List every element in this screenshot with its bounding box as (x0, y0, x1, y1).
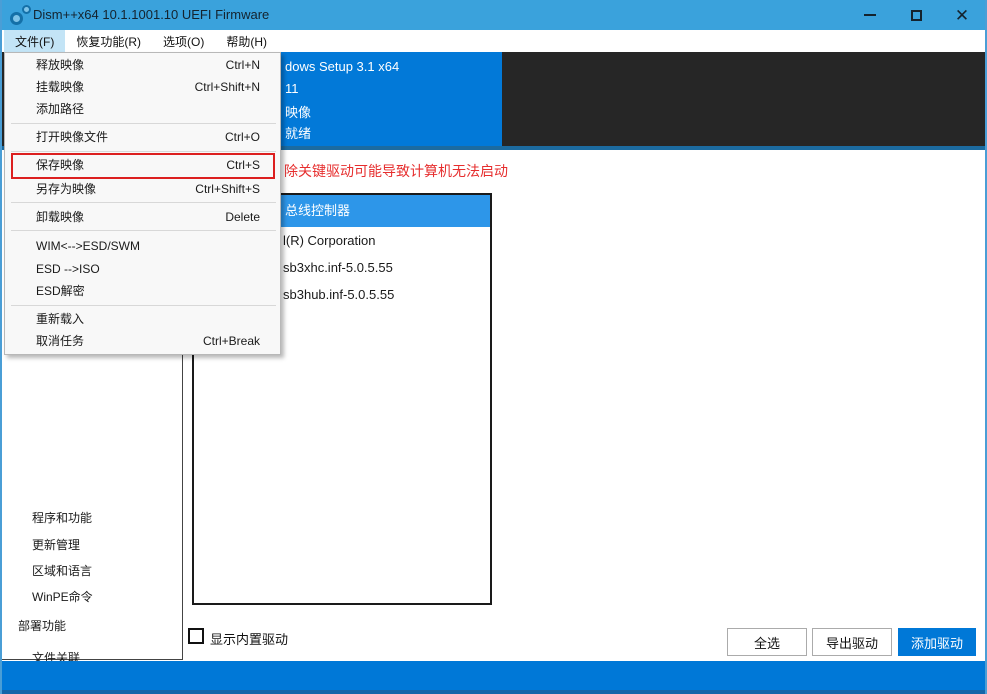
sidebar-section-deployment[interactable]: 部署功能 (18, 617, 66, 635)
menu-help[interactable]: 帮助(H) (215, 30, 278, 52)
menu-item-reload[interactable]: 重新载入 (5, 308, 280, 330)
close-icon: ✕ (955, 7, 969, 24)
sidebar-item-programs-features[interactable]: 程序和功能 (32, 509, 92, 527)
bottom-status-strip (2, 661, 987, 694)
minimize-button[interactable] (847, 0, 893, 30)
menu-item-save-image-as[interactable]: 另存为映像 Ctrl+Shift+S (5, 178, 280, 200)
select-all-button[interactable]: 全选 (727, 628, 807, 656)
gear-icon (10, 12, 23, 25)
menu-separator (11, 123, 276, 124)
shortcut-label: Ctrl+Break (203, 330, 260, 352)
minimize-icon (864, 14, 876, 16)
show-builtin-drivers-checkbox[interactable] (188, 628, 204, 644)
app-logo-icon (9, 4, 31, 26)
sidebar-item-winpe-commands[interactable]: WinPE命令 (32, 588, 93, 606)
menu-separator (11, 151, 276, 152)
show-builtin-drivers-label: 显示内置驱动 (210, 629, 288, 648)
driver-vendor-label: l(R) Corporation (283, 227, 375, 254)
menu-item-mount-image[interactable]: 挂载映像 Ctrl+Shift+N (5, 76, 280, 98)
shortcut-label: Ctrl+Shift+N (195, 76, 260, 98)
file-dropdown-menu: 释放映像 Ctrl+N 挂载映像 Ctrl+Shift+N 添加路径 打开映像文… (4, 52, 281, 355)
menu-bar: 文件(F) 恢复功能(R) 选项(O) 帮助(H) (2, 30, 985, 52)
image-card-version: 11 (285, 81, 299, 96)
menu-item-save-image[interactable]: 保存映像 Ctrl+S (5, 154, 280, 176)
image-card-name: dows Setup 3.1 x64 (285, 59, 399, 74)
shortcut-label: Ctrl+N (226, 54, 260, 76)
image-card-type: 映像 (285, 102, 311, 121)
app-window: Dism++x64 10.1.1001.10 UEFI Firmware ✕ 文… (0, 0, 987, 694)
menu-item-apply-image[interactable]: 释放映像 Ctrl+N (5, 54, 280, 76)
add-drivers-button[interactable]: 添加驱动 (898, 628, 976, 656)
menu-options[interactable]: 选项(O) (152, 30, 215, 52)
driver-inf-label: sb3hub.inf-5.0.5.55 (283, 281, 394, 308)
shortcut-label: Ctrl+O (225, 126, 260, 148)
menu-separator (11, 202, 276, 203)
menu-item-open-image-file[interactable]: 打开映像文件 Ctrl+O (5, 126, 280, 148)
menu-separator (11, 230, 276, 231)
driver-warning-text: 除关键驱动可能导致计算机无法启动 (284, 161, 508, 181)
shortcut-label: Delete (225, 206, 260, 228)
menu-item-esd-iso[interactable]: ESD -->ISO (5, 258, 280, 280)
shortcut-label: Ctrl+S (226, 154, 260, 176)
menu-item-unmount-image[interactable]: 卸载映像 Delete (5, 206, 280, 228)
sidebar-item-update-management[interactable]: 更新管理 (32, 536, 80, 554)
export-drivers-button[interactable]: 导出驱动 (812, 628, 892, 656)
title-bar: Dism++x64 10.1.1001.10 UEFI Firmware ✕ (2, 0, 985, 30)
driver-category-label: 总线控制器 (285, 195, 350, 227)
maximize-icon (911, 10, 922, 21)
driver-inf-label: sb3xhc.inf-5.0.5.55 (283, 254, 393, 281)
menu-item-wim-esd-swm[interactable]: WIM<-->ESD/SWM (5, 235, 280, 257)
menu-item-cancel-task[interactable]: 取消任务 Ctrl+Break (5, 330, 280, 352)
sidebar-item-region-language[interactable]: 区域和语言 (32, 562, 92, 580)
menu-separator (11, 305, 276, 306)
close-button[interactable]: ✕ (939, 0, 985, 30)
shortcut-label: Ctrl+Shift+S (195, 178, 260, 200)
menu-item-esd-decrypt[interactable]: ESD解密 (5, 280, 280, 302)
menu-file[interactable]: 文件(F) (4, 30, 65, 52)
gear-icon (22, 5, 31, 14)
image-card-status: 就绪 (285, 123, 311, 142)
maximize-button[interactable] (893, 0, 939, 30)
menu-item-add-path[interactable]: 添加路径 (5, 98, 280, 120)
window-title: Dism++x64 10.1.1001.10 UEFI Firmware (33, 7, 269, 22)
menu-recovery[interactable]: 恢复功能(R) (65, 30, 152, 52)
